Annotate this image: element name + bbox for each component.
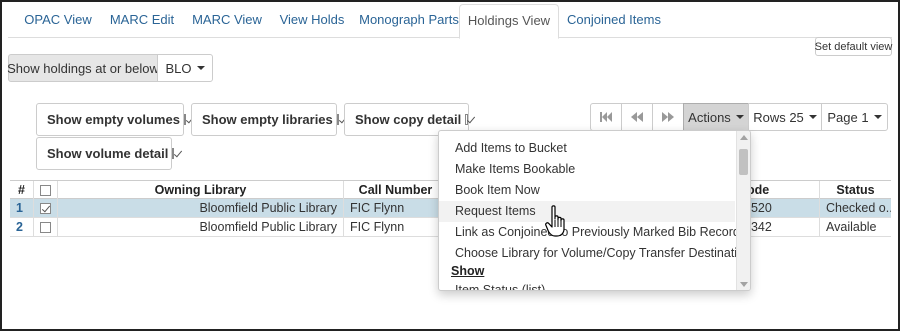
owning-library-cell: Bloomfield Public Library	[58, 218, 344, 237]
previous-page-button[interactable]	[621, 103, 653, 131]
tab-marc-edit[interactable]: MARC Edit	[100, 4, 184, 38]
barcode-cell: 6520	[740, 199, 820, 218]
owning-library-cell: Bloomfield Public Library	[58, 199, 344, 218]
menu-scrollbar[interactable]	[736, 131, 750, 290]
show-empty-volumes-toggle[interactable]: Show empty volumes	[36, 103, 186, 136]
page-dropdown[interactable]: Page 1	[821, 103, 888, 131]
tab-opac-view[interactable]: OPAC View	[18, 4, 98, 38]
show-empty-libraries-toggle[interactable]: Show empty libraries	[191, 103, 339, 136]
menu-item-add-items-to-bucket[interactable]: Add Items to Bucket	[439, 138, 735, 159]
set-default-view-button[interactable]: Set default view	[815, 37, 892, 56]
header-num: #	[10, 181, 34, 200]
header-select-all[interactable]	[34, 181, 58, 200]
row-number: 2	[10, 218, 34, 237]
show-volume-detail-label: Show volume detail	[47, 146, 169, 161]
checkbox-icon	[183, 114, 186, 125]
show-volume-detail-toggle[interactable]: Show volume detail	[36, 137, 175, 170]
checkbox-icon	[336, 114, 339, 125]
checkbox-icon	[40, 185, 51, 197]
first-page-icon	[600, 112, 612, 122]
next-page-button[interactable]	[652, 103, 684, 131]
status-cell: Available	[826, 220, 877, 234]
barcode-cell: 9342	[740, 218, 820, 237]
menu-item-link-as-conjoined[interactable]: Link as Conjoined to Previously Marked B…	[439, 222, 740, 243]
status-cell: Checked o...	[826, 201, 891, 215]
show-empty-volumes-label: Show empty volumes	[47, 112, 180, 127]
row-number: 1	[10, 199, 34, 218]
scroll-down-icon[interactable]	[740, 282, 748, 287]
row-select-checkbox[interactable]	[34, 218, 58, 237]
actions-dropdown-button[interactable]: Actions	[683, 103, 749, 131]
tab-view-holds[interactable]: View Holds	[270, 4, 354, 38]
menu-section-show: Show	[451, 264, 485, 278]
checkbox-icon	[465, 114, 468, 125]
checkbox-icon	[40, 203, 51, 215]
actions-label: Actions	[688, 109, 731, 125]
menu-item-item-status-list[interactable]: Item Status (list)	[439, 280, 735, 290]
checkbox-icon	[40, 222, 51, 234]
header-status[interactable]: Status	[820, 181, 891, 200]
rows-label: Rows 25	[753, 109, 804, 125]
hand-pointer-cursor-icon	[545, 205, 565, 237]
header-owning-library[interactable]: Owning Library	[58, 181, 344, 200]
chevron-down-icon	[873, 115, 882, 119]
call-number-cell: FIC Flynn	[344, 199, 448, 218]
menu-item-request-items[interactable]: Request Items	[439, 201, 735, 222]
show-copy-detail-label: Show copy detail	[355, 112, 462, 127]
menu-item-make-items-bookable[interactable]: Make Items Bookable	[439, 159, 735, 180]
chevron-down-icon	[808, 115, 817, 119]
tab-holdings-view[interactable]: Holdings View	[459, 4, 559, 39]
record-tabs: OPAC View MARC Edit MARC View View Holds…	[8, 0, 892, 39]
page-label: Page 1	[827, 109, 869, 125]
org-selector-dropdown[interactable]: BLO	[157, 54, 213, 82]
tab-monograph-parts[interactable]: Monograph Parts	[356, 4, 462, 38]
actions-dropdown-menu: Add Items to Bucket Make Items Bookable …	[438, 130, 751, 291]
scrollbar-thumb[interactable]	[739, 149, 748, 175]
chevron-down-icon	[196, 66, 205, 70]
chevron-down-icon	[735, 115, 744, 119]
checkbox-icon	[172, 148, 175, 159]
tab-marc-view[interactable]: MARC View	[186, 4, 268, 38]
row-select-checkbox[interactable]	[34, 199, 58, 218]
call-number-cell: FIC Flynn	[344, 218, 448, 237]
header-call-number[interactable]: Call Number	[344, 181, 448, 200]
menu-item-book-item-now[interactable]: Book Item Now	[439, 180, 735, 201]
org-selector-value: BLO	[165, 60, 192, 76]
first-page-button[interactable]	[590, 103, 622, 131]
show-holdings-label: Show holdings at or below	[7, 54, 159, 82]
rows-per-page-dropdown[interactable]: Rows 25	[748, 103, 822, 131]
previous-page-icon	[631, 112, 643, 122]
show-empty-libraries-label: Show empty libraries	[202, 112, 333, 127]
scroll-up-icon[interactable]	[740, 135, 748, 140]
next-page-icon	[662, 112, 674, 122]
header-barcode[interactable]: code	[740, 181, 820, 200]
tab-conjoined-items[interactable]: Conjoined Items	[561, 4, 667, 38]
